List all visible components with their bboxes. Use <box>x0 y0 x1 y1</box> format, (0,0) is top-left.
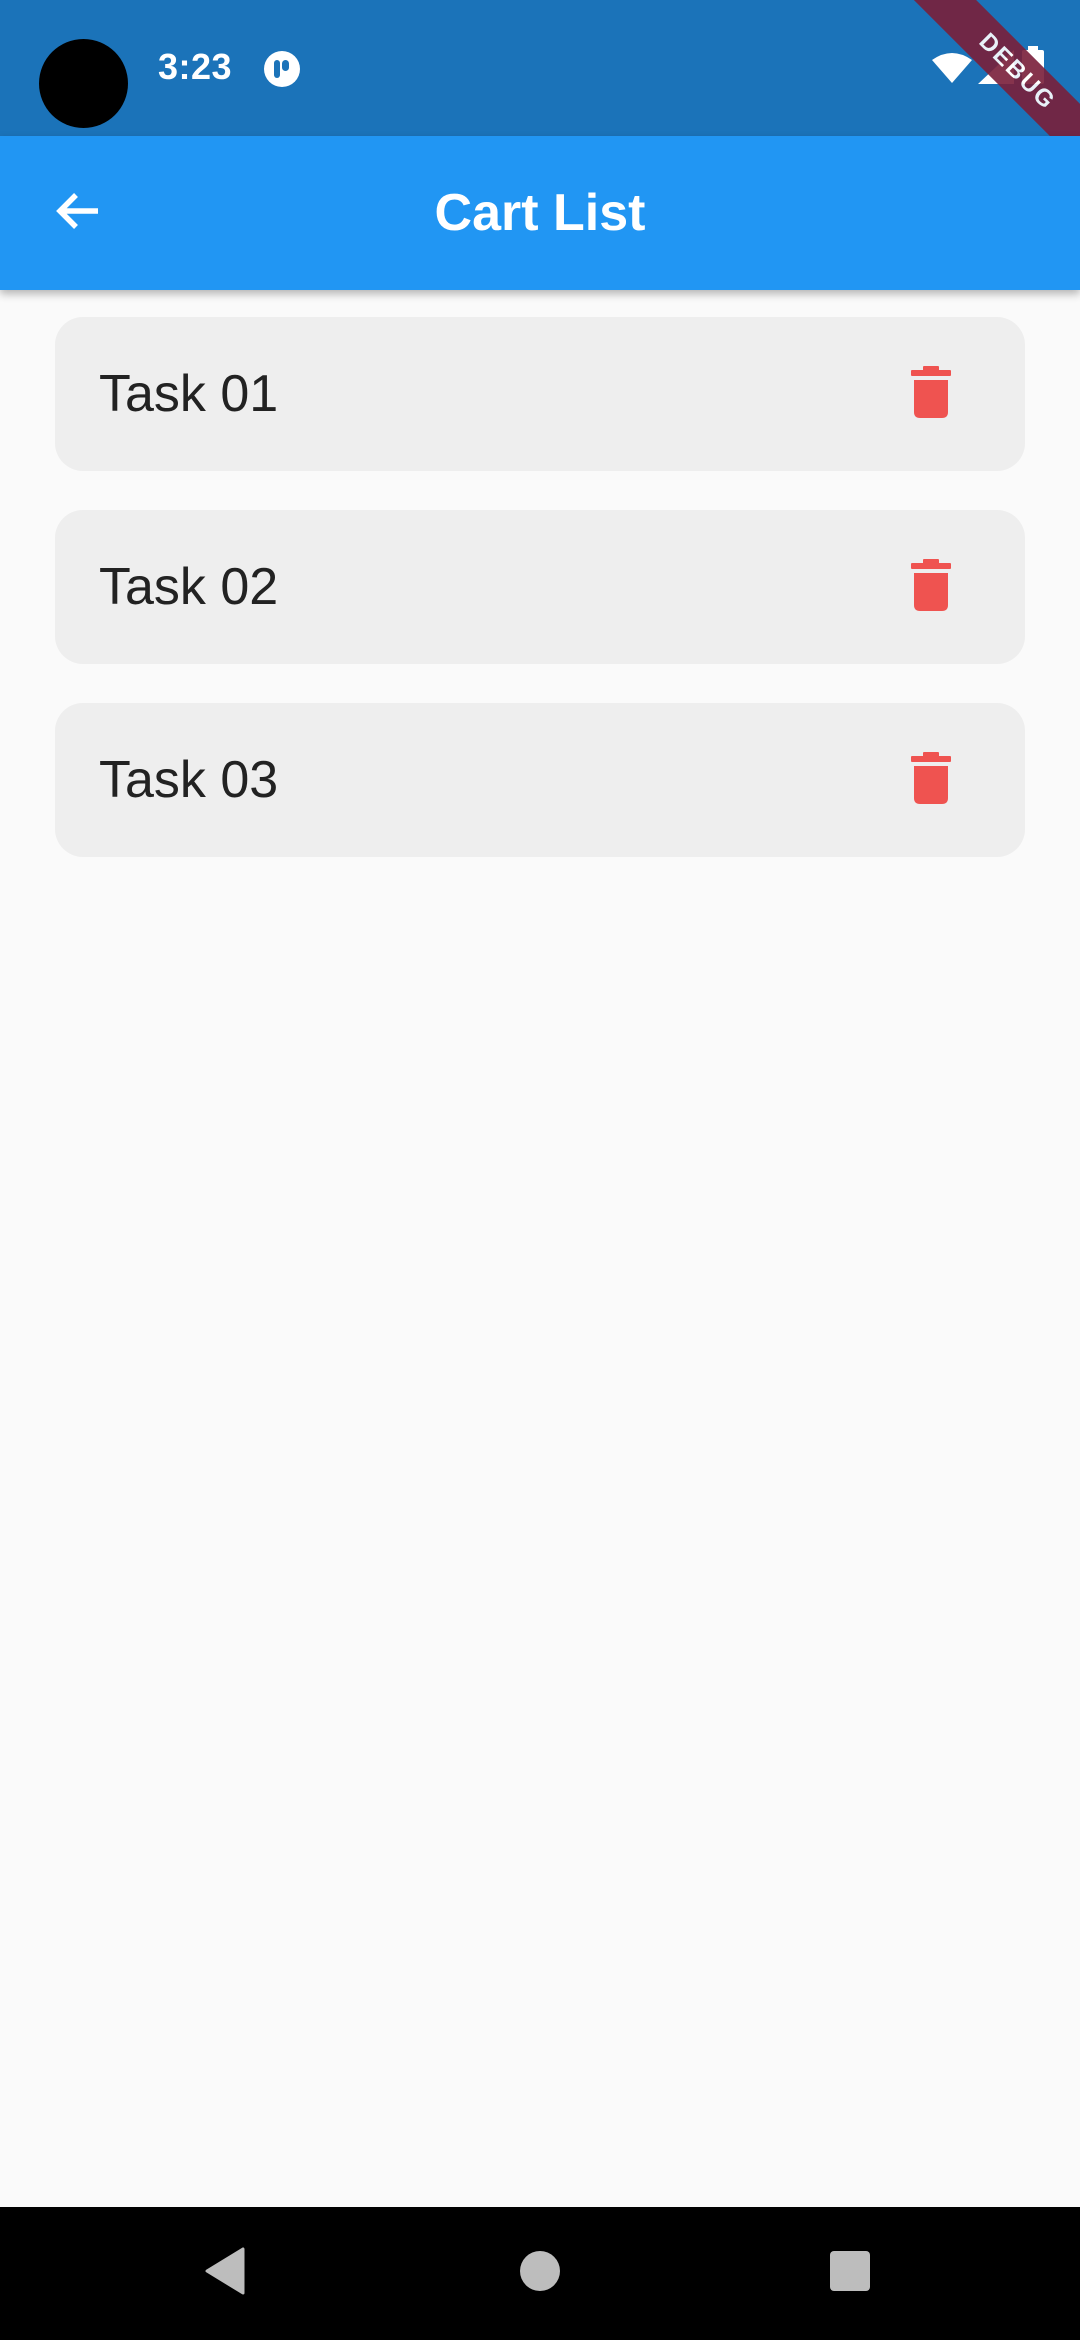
cart-list: Task 01 Task 02 Task 03 <box>55 317 1025 896</box>
app-bar: Cart List <box>0 136 1080 290</box>
page-title: Cart List <box>434 184 646 242</box>
home-circle-icon <box>518 2249 562 2298</box>
camera-hole <box>39 39 128 128</box>
debug-banner: DEBUG <box>898 0 1080 136</box>
cart-item[interactable]: Task 01 <box>55 317 1025 471</box>
nav-home-button[interactable] <box>498 2231 582 2315</box>
back-button[interactable] <box>36 172 118 254</box>
back-triangle-icon <box>203 2247 247 2300</box>
delete-icon <box>909 558 953 616</box>
delete-button[interactable] <box>897 553 965 621</box>
delete-button[interactable] <box>897 746 965 814</box>
cart-item-label: Task 02 <box>99 558 279 616</box>
arrow-back-icon <box>52 186 102 241</box>
status-bar: 3:23 DEBUG <box>0 0 1080 136</box>
navigation-bar <box>0 2207 1080 2340</box>
delete-button[interactable] <box>897 360 965 428</box>
nav-recents-button[interactable] <box>808 2231 892 2315</box>
cart-item[interactable]: Task 03 <box>55 703 1025 857</box>
delete-icon <box>909 365 953 423</box>
cart-item-label: Task 03 <box>99 751 279 809</box>
cart-item[interactable]: Task 02 <box>55 510 1025 664</box>
nav-back-button[interactable] <box>183 2231 267 2315</box>
recents-square-icon <box>828 2249 872 2298</box>
delete-icon <box>909 751 953 809</box>
status-time: 3:23 <box>158 46 233 87</box>
notification-icon <box>263 50 301 88</box>
cart-item-label: Task 01 <box>99 365 279 423</box>
